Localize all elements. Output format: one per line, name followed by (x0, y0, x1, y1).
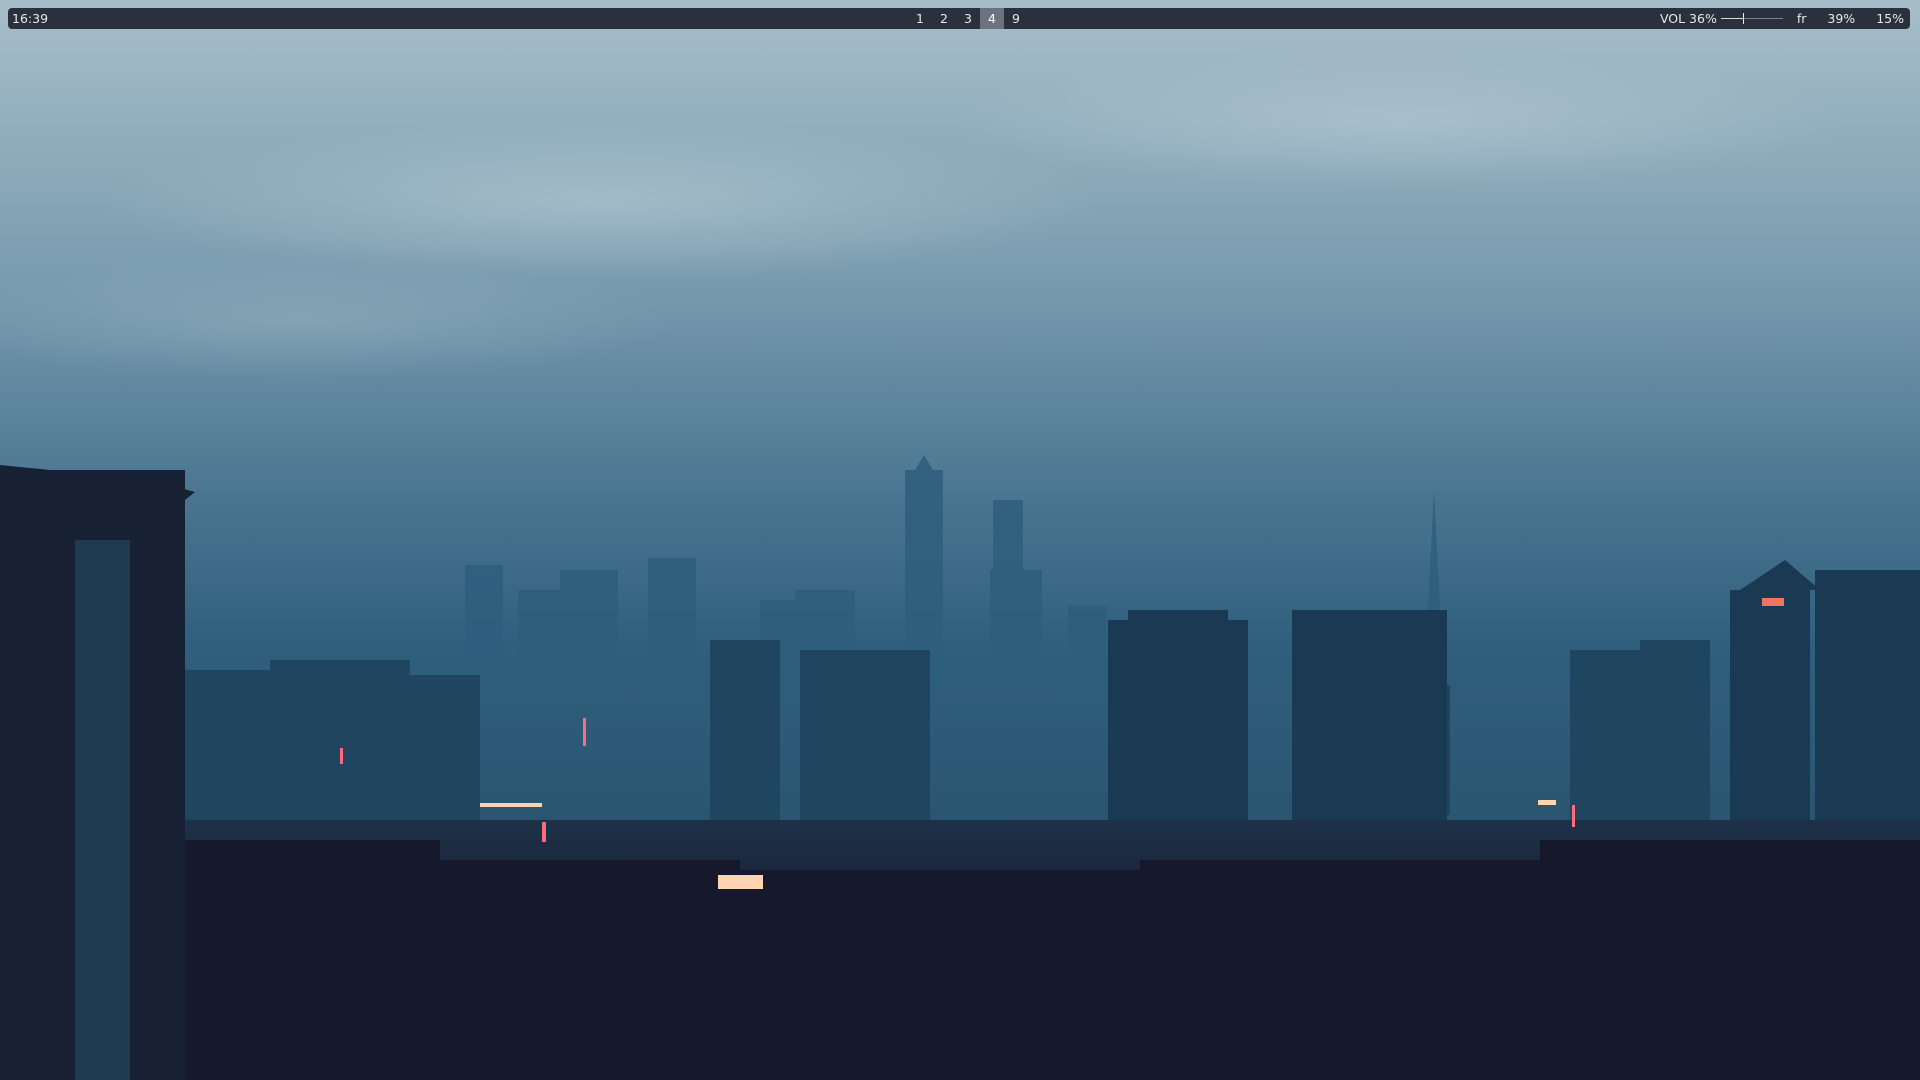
status-area: VOL 36% fr 39% 15% (1660, 8, 1904, 29)
workspace-switcher: 1 2 3 4 9 (908, 8, 1028, 29)
workspace-button-1[interactable]: 1 (908, 8, 932, 29)
volume-slider[interactable] (1720, 8, 1783, 29)
workspace-button-3[interactable]: 3 (956, 8, 980, 29)
desktop: 16:39 1 2 3 4 9 VOL 36% fr 39% 15% (0, 0, 1920, 1080)
workspace-button-2[interactable]: 2 (932, 8, 956, 29)
status-indicator-2: 15% (1876, 11, 1904, 26)
volume-label: VOL 36% (1659, 11, 1717, 26)
wallpaper-city-skyline (0, 0, 1920, 1080)
keyboard-layout-indicator[interactable]: fr (1797, 8, 1807, 29)
volume-slider-knob[interactable] (1742, 13, 1744, 24)
top-status-bar: 16:39 1 2 3 4 9 VOL 36% fr 39% 15% (8, 8, 1910, 29)
status-indicator-1: 39% (1827, 11, 1856, 26)
volume-slider-fill (1720, 18, 1743, 19)
clock: 16:39 (12, 11, 49, 26)
workspace-button-9[interactable]: 9 (1004, 8, 1028, 29)
workspace-button-4-active[interactable]: 4 (980, 8, 1004, 29)
